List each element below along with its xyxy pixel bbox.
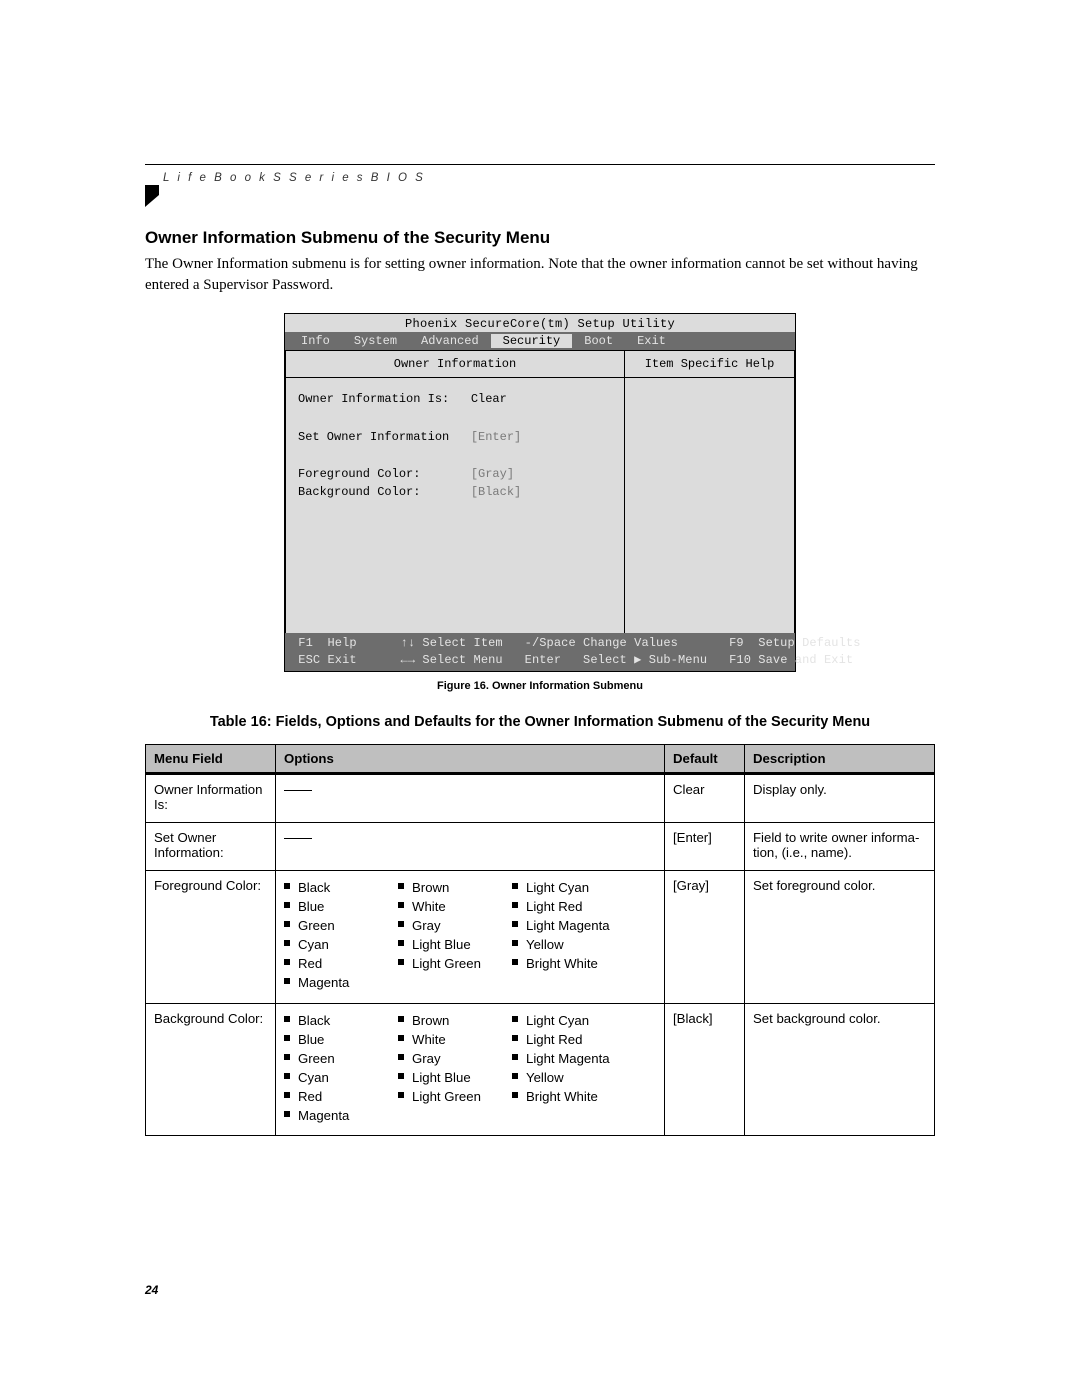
color-option: Cyan — [284, 1068, 394, 1087]
color-option: Light Blue — [398, 935, 508, 954]
color-option: Light Cyan — [512, 1011, 622, 1030]
table-header-default: Default — [665, 744, 745, 773]
color-option: White — [398, 1030, 508, 1049]
cell-default: [Black] — [665, 1003, 745, 1136]
bios-screenshot: Phoenix SecureCore(tm) Setup Utility Inf… — [284, 313, 796, 671]
bios-left-pane: Owner Information Owner Information Is: … — [285, 351, 625, 633]
cell-description: Set background color. — [745, 1003, 935, 1136]
cell-options — [276, 822, 665, 870]
color-option: Bright White — [512, 954, 622, 973]
color-option: Light Green — [398, 954, 508, 973]
color-option: Light Red — [512, 897, 622, 916]
color-option: Black — [284, 878, 394, 897]
color-option: Light Magenta — [512, 916, 622, 935]
bios-row: Owner Information Is: Clear — [298, 390, 616, 409]
bios-right-heading: Item Specific Help — [625, 351, 794, 378]
color-option: Blue — [284, 897, 394, 916]
color-option: Green — [284, 1049, 394, 1068]
table-header-options: Options — [276, 744, 665, 773]
cell-menu-field: Owner Information Is: — [146, 773, 276, 822]
color-option: Green — [284, 916, 394, 935]
color-option: Light Magenta — [512, 1049, 622, 1068]
color-option: Magenta — [284, 973, 394, 992]
color-option: Red — [284, 954, 394, 973]
cell-menu-field: Background Color: — [146, 1003, 276, 1136]
bios-row: Background Color: [Black] — [298, 483, 616, 502]
table-row: Owner Information Is: ClearDisplay only. — [146, 773, 935, 822]
color-option: White — [398, 897, 508, 916]
color-option: Magenta — [284, 1106, 394, 1125]
bios-footer: F1 Help ↑↓ Select Item -/Space Change Va… — [285, 633, 795, 670]
cell-description: Display only. — [745, 773, 935, 822]
cell-options — [276, 773, 665, 822]
color-option: Brown — [398, 1011, 508, 1030]
bios-tab-info: Info — [289, 334, 342, 348]
color-option: Cyan — [284, 935, 394, 954]
bios-row — [298, 446, 616, 465]
dash-icon — [284, 790, 312, 791]
figure-caption: Figure 16. Owner Information Submenu — [145, 680, 935, 692]
color-option: Light Blue — [398, 1068, 508, 1087]
options-table: Menu Field Options Default Description O… — [145, 744, 935, 1137]
cell-description: Field to write owner informa­tion, (i.e.… — [745, 822, 935, 870]
cell-menu-field: Set Owner Informa­tion: — [146, 822, 276, 870]
page-number: 24 — [145, 1283, 158, 1297]
color-option: Blue — [284, 1030, 394, 1049]
cell-menu-field: Foreground Color: — [146, 870, 276, 1003]
bios-tab-system: System — [342, 334, 409, 348]
color-option: Light Green — [398, 1087, 508, 1106]
bios-row: Set Owner Information [Enter] — [298, 428, 616, 447]
section-paragraph: The Owner Information submenu is for set… — [145, 254, 935, 295]
cell-default: [Enter] — [665, 822, 745, 870]
bios-tab-boot: Boot — [572, 334, 625, 348]
color-option: Brown — [398, 878, 508, 897]
header-rule — [145, 164, 935, 165]
running-head: L i f e B o o k S S e r i e s B I O S — [163, 172, 425, 184]
color-option: Red — [284, 1087, 394, 1106]
table-row: Foreground Color:BlackBlueGreenCyanRedMa… — [146, 870, 935, 1003]
bios-title: Phoenix SecureCore(tm) Setup Utility — [285, 314, 795, 332]
page: L i f e B o o k S S e r i e s B I O S Ow… — [0, 0, 1080, 1397]
cell-default: Clear — [665, 773, 745, 822]
table-row: Set Owner Informa­tion: [Enter]Field to w… — [146, 822, 935, 870]
bios-left-heading: Owner Information — [286, 351, 624, 378]
color-option: Light Cyan — [512, 878, 622, 897]
color-option: Light Red — [512, 1030, 622, 1049]
bios-tab-security: Security — [491, 334, 573, 348]
color-option: Yellow — [512, 935, 622, 954]
section-heading: Owner Information Submenu of the Securit… — [145, 228, 935, 248]
cell-options: BlackBlueGreenCyanRedMagenta BrownWhiteGr… — [276, 870, 665, 1003]
color-option: Black — [284, 1011, 394, 1030]
table-row: Background Color:BlackBlueGreenCyanRedMa… — [146, 1003, 935, 1136]
color-option: Bright White — [512, 1087, 622, 1106]
color-option: Gray — [398, 916, 508, 935]
bios-row — [298, 409, 616, 428]
color-option: Yellow — [512, 1068, 622, 1087]
table-header-description: Description — [745, 744, 935, 773]
table-header-menu-field: Menu Field — [146, 744, 276, 773]
dash-icon — [284, 838, 312, 839]
bios-row: Foreground Color: [Gray] — [298, 465, 616, 484]
bios-right-pane: Item Specific Help — [625, 351, 795, 633]
color-option: Gray — [398, 1049, 508, 1068]
cell-default: [Gray] — [665, 870, 745, 1003]
table-caption: Table 16: Fields, Options and Defaults f… — [145, 714, 935, 730]
bios-menubar: InfoSystemAdvancedSecurityBootExit — [285, 332, 795, 350]
bios-tab-exit: Exit — [625, 334, 678, 348]
cell-options: BlackBlueGreenCyanRedMagenta BrownWhiteGr… — [276, 1003, 665, 1136]
cell-description: Set foreground color. — [745, 870, 935, 1003]
bios-tab-advanced: Advanced — [409, 334, 491, 348]
